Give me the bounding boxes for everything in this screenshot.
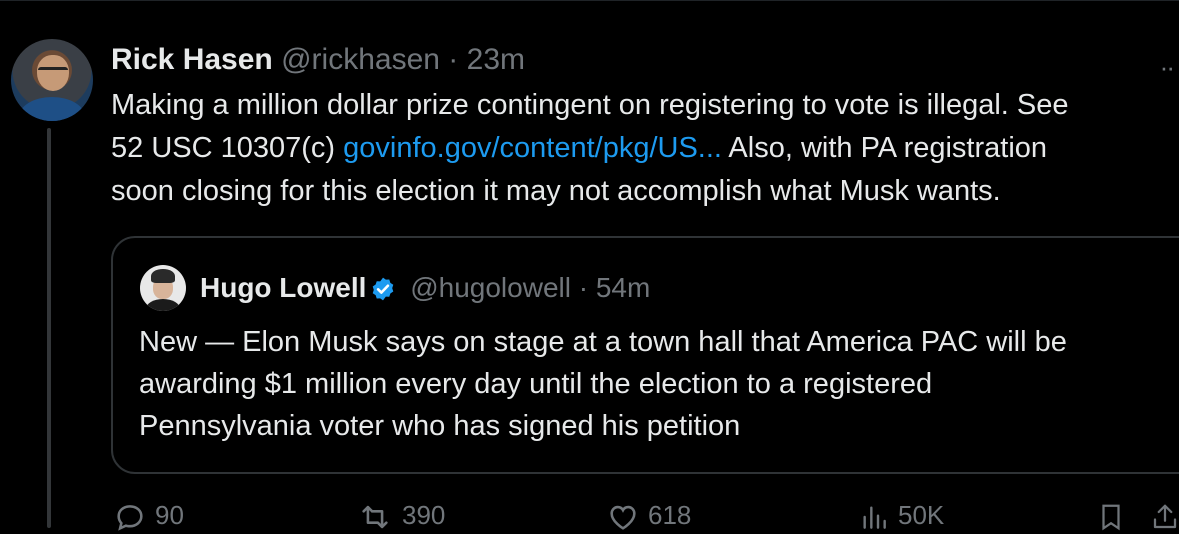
quoted-text-line: Pennsylvania voter who has signed his pe… — [139, 410, 741, 442]
thread-line — [47, 128, 51, 528]
quoted-tweet-header: Hugo Lowell @hugolowell · 54m — [200, 268, 650, 313]
tweet-link[interactable]: govinfo.gov/content/pkg/US... — [343, 132, 722, 164]
share-button[interactable] — [1150, 500, 1179, 534]
heart-icon — [610, 505, 636, 530]
views-button[interactable]: 50K — [858, 500, 944, 534]
action-bar: 90 390 618 50K — [0, 500, 1179, 531]
tweet-text-line: soon closing for this election it may no… — [111, 175, 1001, 207]
tweet-header: Rick Hasen @rickhasen · 23m — [111, 40, 525, 80]
share-icon — [1153, 504, 1177, 529]
repost-icon — [362, 505, 388, 529]
reply-count: 90 — [155, 500, 184, 530]
more-options-icon[interactable]: ·· — [1160, 52, 1175, 83]
like-button[interactable]: 618 — [606, 500, 691, 534]
verified-badge-icon — [370, 273, 396, 313]
quoted-tweet-time: 54m — [595, 272, 651, 303]
tweet-text: Making a million dollar prize contingent… — [111, 84, 1179, 213]
quoted-author-name: Hugo Lowell — [200, 272, 367, 303]
tweet-text-line: 52 USC 10307(c) govinfo.gov/content/pkg/… — [111, 132, 1048, 164]
quoted-tweet-text: New — Elon Musk says on stage at a town … — [139, 321, 1179, 447]
quoted-author-avatar — [140, 265, 186, 311]
bookmark-icon — [1102, 504, 1120, 531]
tweet-time[interactable]: 23m — [467, 43, 525, 76]
repost-button[interactable]: 390 — [356, 500, 445, 534]
like-count: 618 — [648, 500, 692, 530]
reply-button[interactable]: 90 — [113, 500, 184, 534]
views-icon — [863, 506, 886, 529]
reply-icon — [117, 505, 143, 531]
bookmark-button[interactable] — [1096, 500, 1126, 534]
views-count: 50K — [898, 500, 945, 530]
quoted-header-separator: · — [578, 272, 589, 303]
quoted-author-handle: @hugolowell — [410, 272, 571, 303]
quoted-tweet[interactable]: Hugo Lowell @hugolowell · 54m New — Elon… — [111, 236, 1179, 474]
quoted-text-line: awarding $1 million every day until the … — [139, 368, 933, 400]
author-handle[interactable]: @rickhasen — [281, 43, 440, 76]
author-avatar[interactable] — [11, 39, 93, 121]
header-separator: · — [448, 43, 459, 76]
author-name[interactable]: Rick Hasen — [111, 43, 273, 76]
quoted-text-line: New — Elon Musk says on stage at a town … — [139, 326, 1067, 358]
tweet-text-line: Making a million dollar prize contingent… — [111, 89, 1069, 121]
top-divider — [0, 0, 1179, 1]
repost-count: 390 — [402, 500, 446, 530]
